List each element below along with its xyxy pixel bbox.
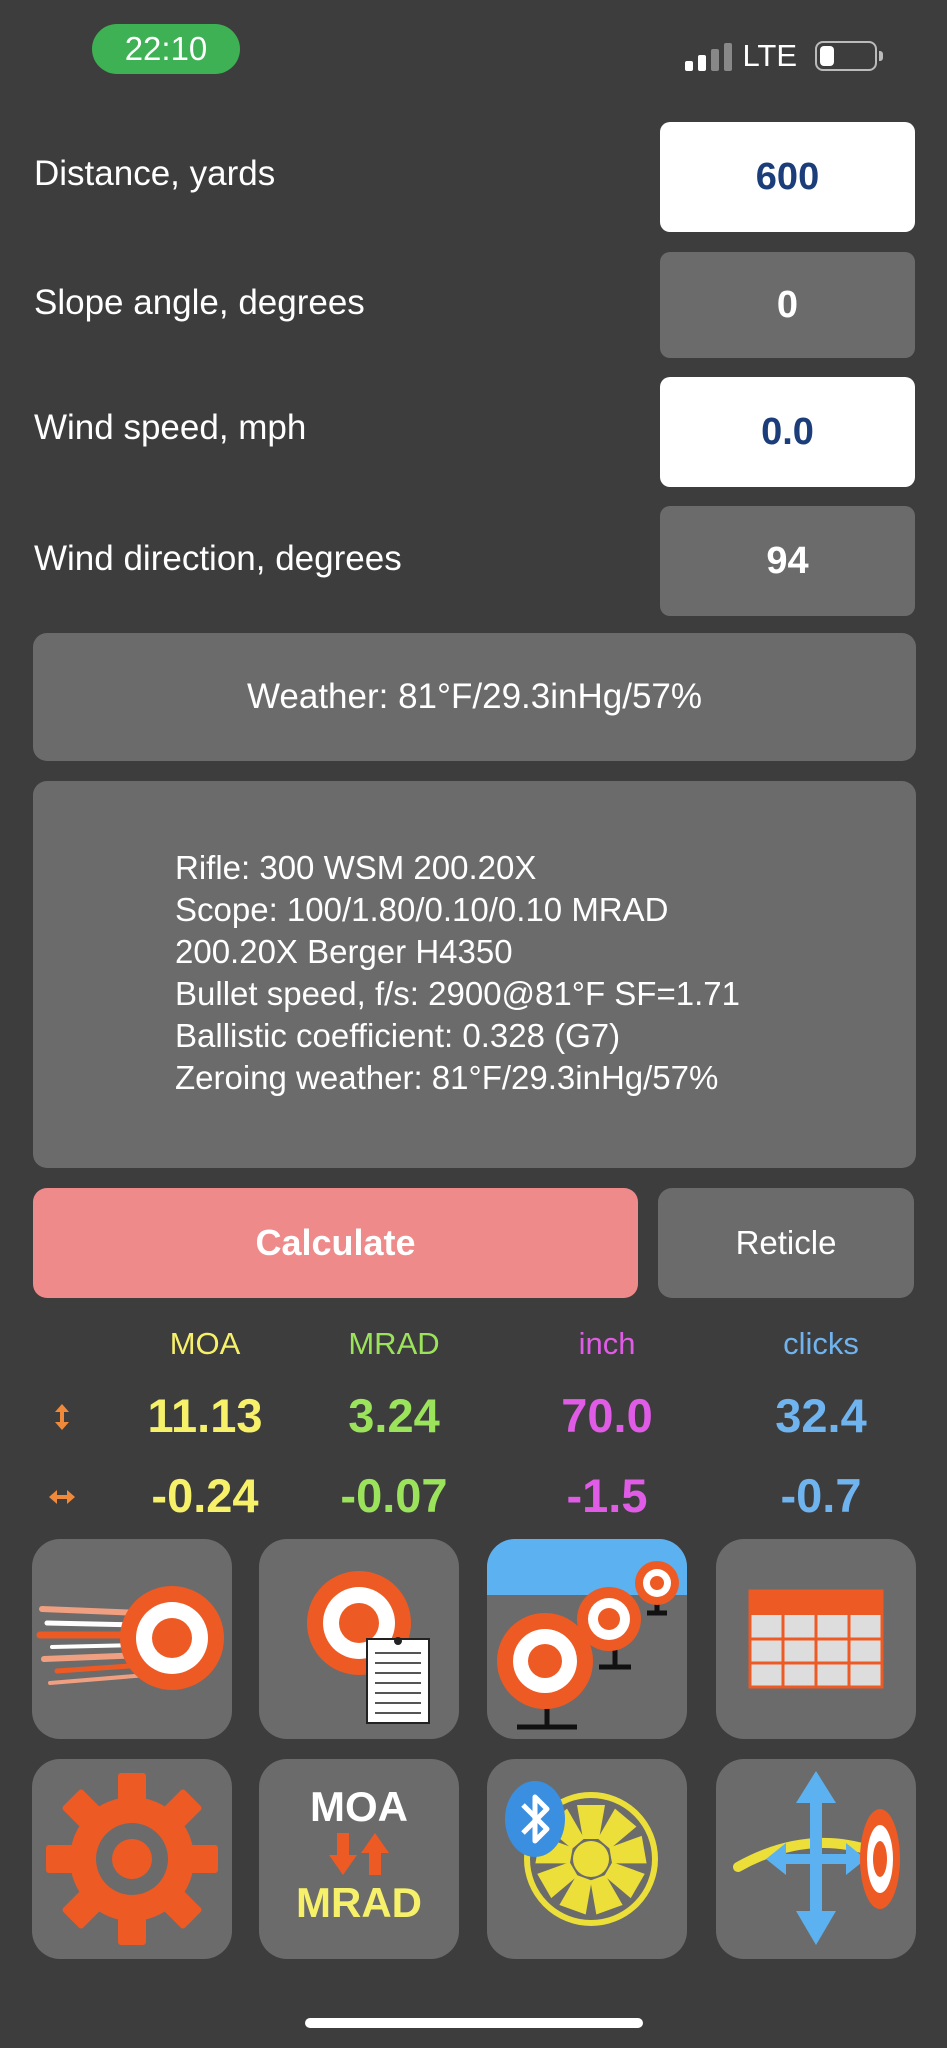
mrad-label: MRAD [296, 1879, 422, 1926]
moa-mrad-converter-tile[interactable]: MOA MRAD [259, 1759, 459, 1959]
vertical-inch-value: 70.0 [561, 1389, 653, 1442]
wind-speed-label: Wind speed, mph [34, 408, 307, 447]
vertical-mrad-value: 3.24 [348, 1389, 440, 1442]
zeroing-weather-line: Zeroing weather: 81°F/29.3inHg/57% [175, 1059, 719, 1096]
moa-header: MOA [169, 1326, 241, 1361]
clicks-header: clicks [783, 1326, 859, 1361]
multiple-targets-tile[interactable] [487, 1539, 687, 1739]
horizontal-inch-value: -1.5 [566, 1469, 648, 1522]
ballistic-coefficient-line: Ballistic coefficient: 0.328 (G7) [175, 1017, 621, 1054]
weather-button[interactable]: Weather: 81°F/29.3inHg/57% [33, 633, 916, 761]
distance-input[interactable]: 600 [660, 122, 915, 232]
settings-tile[interactable] [32, 1759, 232, 1959]
inch-header: inch [578, 1326, 636, 1361]
moa-label: MOA [310, 1783, 408, 1830]
signal-icon [685, 41, 733, 71]
elevation-windage-tile[interactable] [716, 1759, 916, 1959]
settings-gear-icon [46, 1773, 218, 1945]
elevation-windage-icon [733, 1771, 900, 1945]
bluetooth-wind-meter-icon [505, 1781, 658, 1926]
rifle-info-panel[interactable]: Rifle: 300 WSM 200.20X Scope: 100/1.80/0… [33, 781, 916, 1168]
range-table-icon [748, 1589, 884, 1689]
home-indicator[interactable] [305, 2018, 643, 2028]
battery-icon [815, 41, 883, 71]
range-table-tile[interactable] [716, 1539, 916, 1739]
target-report-tile[interactable] [259, 1539, 459, 1739]
wind-direction-label: Wind direction, degrees [34, 539, 402, 578]
vertical-arrow-icon [55, 1404, 69, 1430]
moving-target-tile[interactable] [32, 1539, 232, 1739]
scope-line: Scope: 100/1.80/0.10/0.10 MRAD [175, 891, 669, 928]
bullet-speed-line: Bullet speed, f/s: 2900@81°F SF=1.71 [175, 975, 740, 1012]
wind-direction-input[interactable]: 94 [660, 506, 915, 616]
vertical-clicks-value: 32.4 [775, 1389, 867, 1442]
multiple-targets-icon [487, 1539, 687, 1730]
moa-mrad-converter-icon: MOA MRAD [296, 1783, 422, 1926]
moving-target-icon [36, 1586, 224, 1690]
mrad-header: MRAD [348, 1326, 440, 1361]
rifle-line: Rifle: 300 WSM 200.20X [175, 849, 537, 886]
status-indicators: LTE [685, 38, 883, 74]
horizontal-moa-value: -0.24 [151, 1469, 259, 1522]
reticle-button[interactable]: Reticle [658, 1188, 914, 1298]
status-time: 22:10 [92, 24, 240, 74]
horizontal-mrad-value: -0.07 [340, 1469, 448, 1522]
slope-angle-input[interactable]: 0 [660, 252, 915, 358]
calculate-button[interactable]: Calculate [33, 1188, 638, 1298]
distance-label: Distance, yards [34, 154, 276, 193]
horizontal-arrow-icon [49, 1490, 75, 1504]
vertical-moa-value: 11.13 [147, 1389, 263, 1442]
target-report-icon [307, 1571, 430, 1724]
horizontal-clicks-value: -0.7 [780, 1469, 862, 1522]
slope-angle-label: Slope angle, degrees [34, 283, 365, 322]
wind-speed-input[interactable]: 0.0 [660, 377, 915, 487]
wind-meter-tile[interactable] [487, 1759, 687, 1959]
network-type: LTE [742, 38, 797, 73]
cartridge-line: 200.20X Berger H4350 [175, 933, 513, 970]
